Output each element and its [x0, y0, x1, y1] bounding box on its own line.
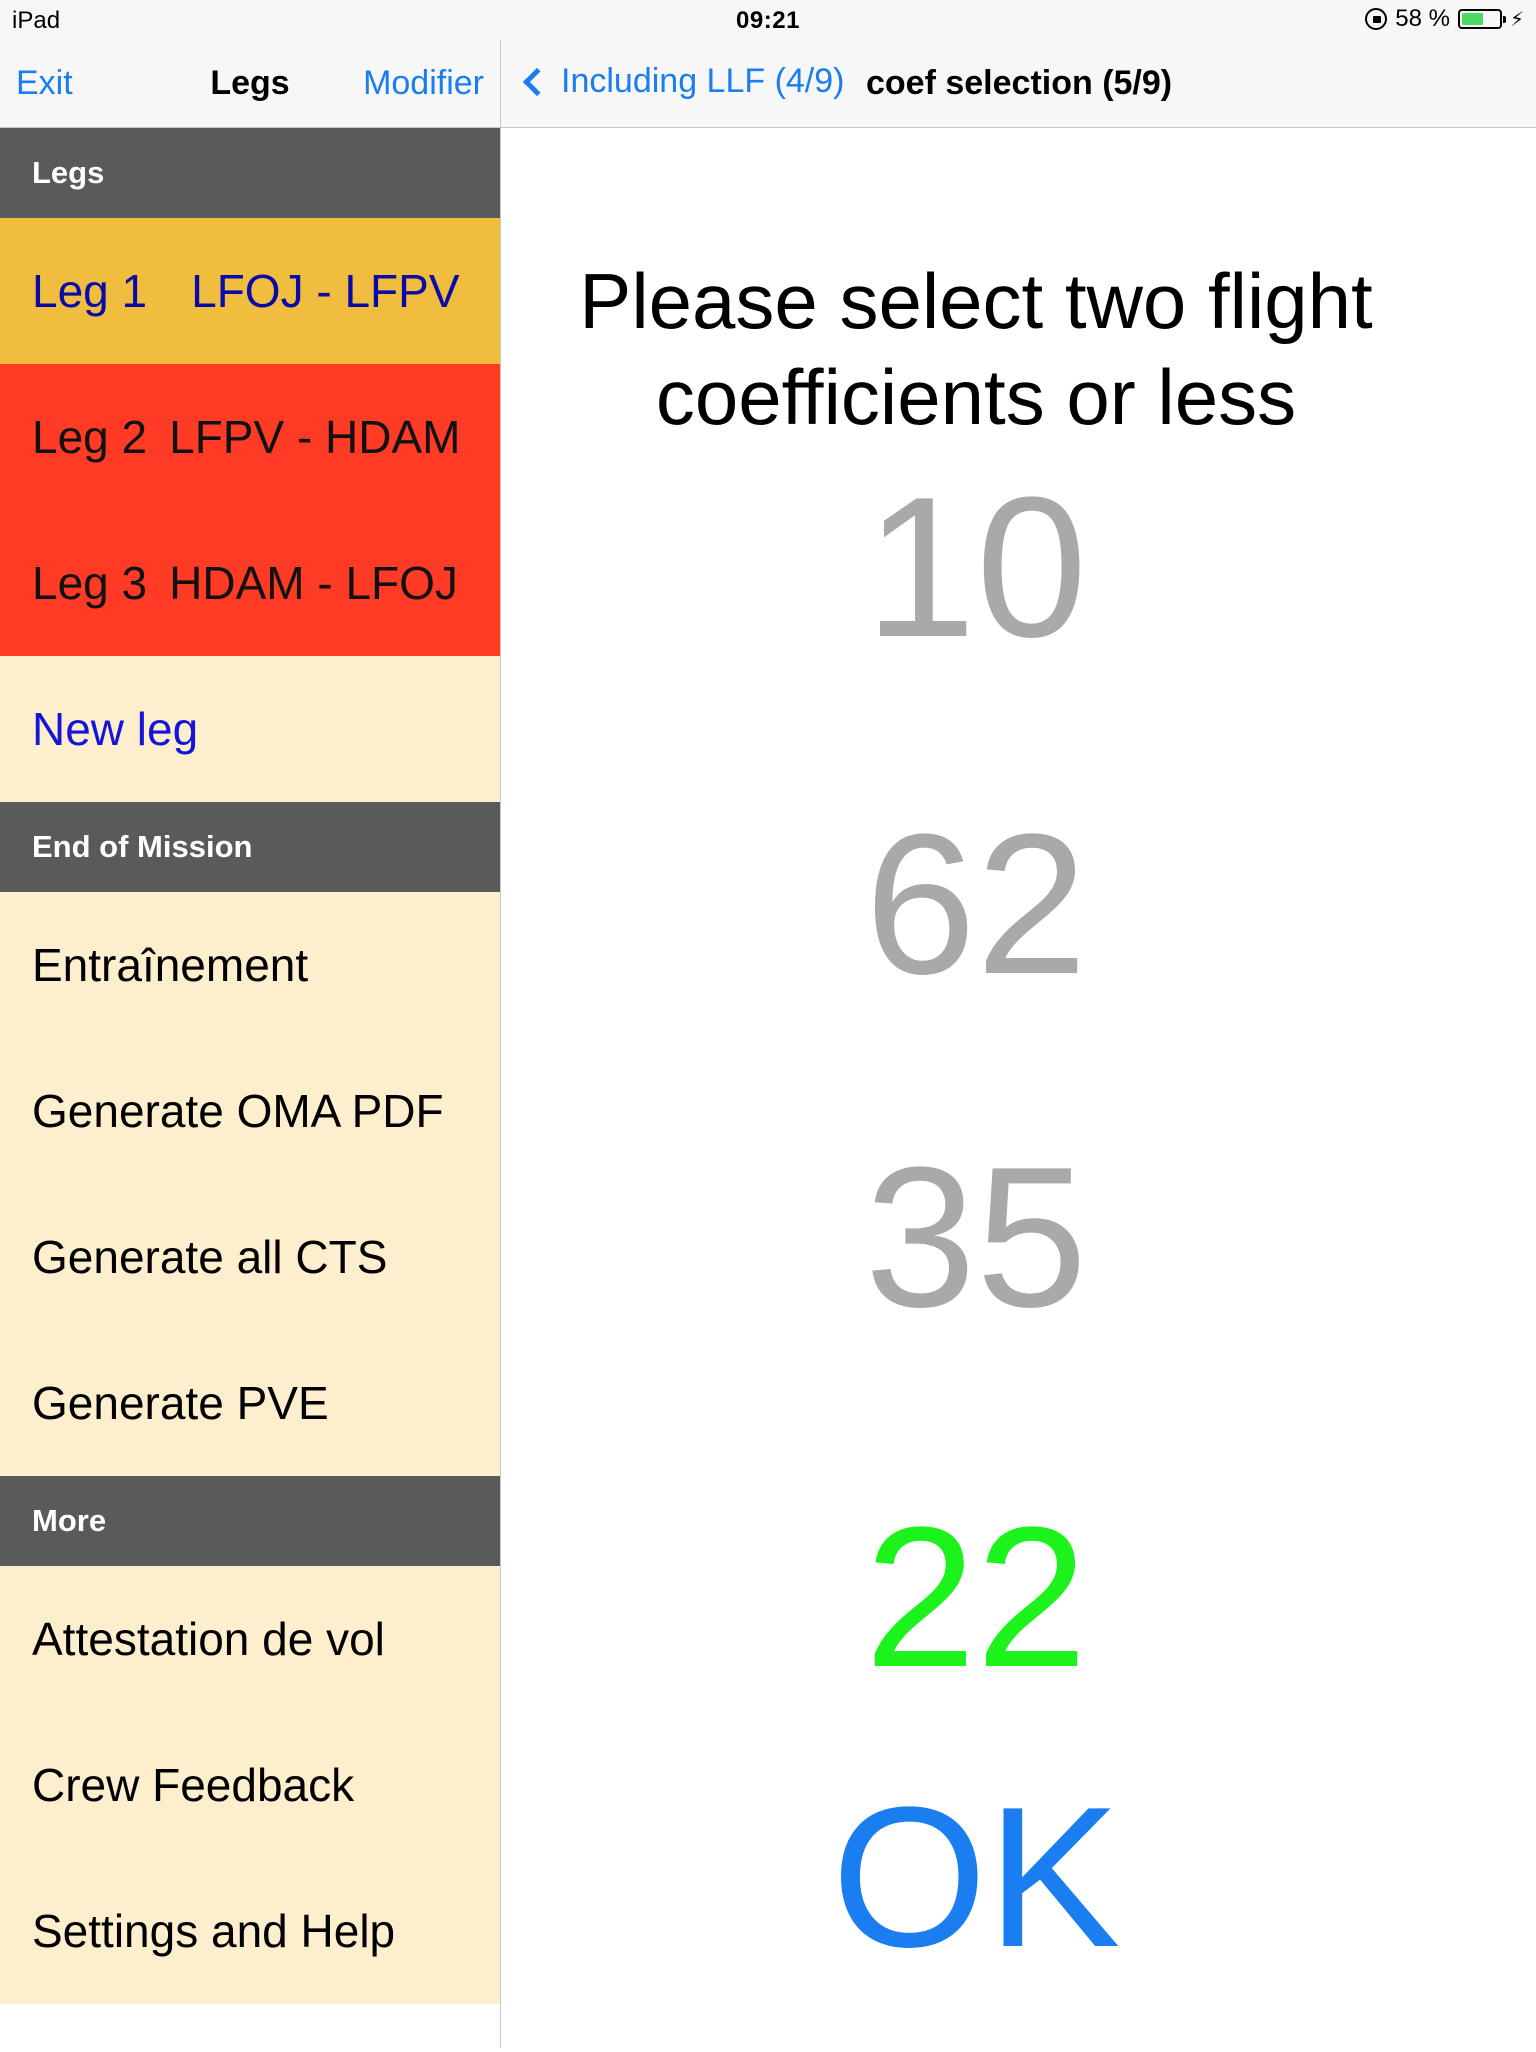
- sidebar-item-crew-feedback[interactable]: Crew Feedback: [0, 1712, 500, 1858]
- coefficient-option-1[interactable]: 10: [501, 468, 1451, 668]
- section-header-legs: Legs: [0, 128, 500, 218]
- battery-icon: [1457, 9, 1506, 29]
- sidebar: Legs Leg 1 LFOJ - LFPV Leg 2 LFPV - HDAM…: [0, 128, 500, 2052]
- prompt-line-2: coefficients or less: [655, 353, 1297, 441]
- charging-bolt-icon: ⚡: [1509, 8, 1524, 31]
- status-right: 58 % ⚡: [1365, 5, 1524, 33]
- sidebar-item-flight-attestation[interactable]: Attestation de vol: [0, 1566, 500, 1712]
- leg-number: Leg 1: [32, 265, 148, 317]
- detail-nav-bar: Including LLF (4/9) coef selection (5/9): [501, 40, 1536, 128]
- leg-route: LFPV - HDAM: [169, 411, 461, 463]
- leg-number: Leg 2: [32, 411, 148, 463]
- sidebar-nav-bar: Exit Legs Modifier: [0, 40, 500, 128]
- leg-number: Leg 3: [32, 557, 148, 609]
- leg-route: LFOJ - LFPV: [191, 265, 460, 317]
- coefficient-option-4[interactable]: 22: [501, 1498, 1451, 1698]
- coefficient-option-2[interactable]: 62: [501, 805, 1451, 1005]
- sidebar-item-settings-help[interactable]: Settings and Help: [0, 1858, 500, 2004]
- sidebar-item-leg-1[interactable]: Leg 1 LFOJ - LFPV: [0, 218, 500, 364]
- sidebar-item-training[interactable]: Entraînement: [0, 892, 500, 1038]
- leg-route: HDAM - LFOJ: [169, 557, 458, 609]
- selection-prompt: Please select two flight coefficients or…: [501, 253, 1451, 445]
- sidebar-item-leg-3[interactable]: Leg 3 HDAM - LFOJ: [0, 510, 500, 656]
- sidebar-item-generate-all-cts[interactable]: Generate all CTS: [0, 1184, 500, 1330]
- status-time: 09:21: [736, 7, 800, 34]
- prompt-line-1: Please select two flight: [579, 257, 1373, 345]
- status-bar: iPad 09:21 58 % ⚡: [0, 0, 1536, 40]
- back-button[interactable]: Including LLF (4/9): [521, 62, 845, 101]
- modify-button[interactable]: Modifier: [363, 64, 484, 103]
- chevron-left-icon: [522, 67, 552, 96]
- sidebar-item-generate-oma-pdf[interactable]: Generate OMA PDF: [0, 1038, 500, 1184]
- sidebar-footer: [0, 2004, 500, 2052]
- sidebar-item-leg-2[interactable]: Leg 2 LFPV - HDAM: [0, 364, 500, 510]
- orientation-lock-icon: [1365, 8, 1388, 30]
- coefficient-option-3[interactable]: 35: [501, 1138, 1451, 1338]
- section-header-more: More: [0, 1476, 500, 1566]
- battery-percent: 58 %: [1395, 5, 1450, 32]
- back-button-label: Including LLF (4/9): [561, 62, 845, 100]
- sidebar-item-new-leg[interactable]: New leg: [0, 656, 500, 802]
- sidebar-item-generate-pve[interactable]: Generate PVE: [0, 1330, 500, 1476]
- section-header-end-of-mission: End of Mission: [0, 802, 500, 892]
- ok-button[interactable]: OK: [501, 1778, 1451, 1978]
- coef-selection-panel: Please select two flight coefficients or…: [501, 128, 1536, 2048]
- page-title: coef selection (5/9): [866, 64, 1173, 102]
